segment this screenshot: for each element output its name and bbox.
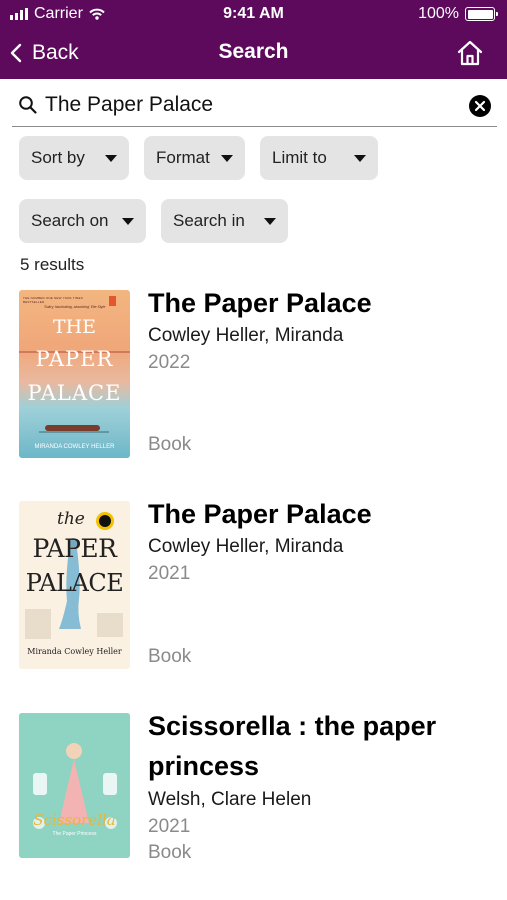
battery-percent: 100% xyxy=(418,5,459,22)
result-year: 2022 xyxy=(148,352,191,373)
result-author: Welsh, Clare Helen xyxy=(148,789,312,810)
book-cover: the PAPER PALACE Miranda Cowley Heller xyxy=(19,501,130,669)
limit-to-label: Limit to xyxy=(272,148,327,167)
search-in-dropdown[interactable]: Search in xyxy=(161,199,288,243)
format-dropdown[interactable]: Format xyxy=(144,136,245,180)
search-in-label: Search in xyxy=(173,211,245,230)
cover-title-line: the xyxy=(57,509,85,529)
caret-down-icon xyxy=(105,155,117,162)
home-button[interactable] xyxy=(455,38,485,68)
format-label: Format xyxy=(156,148,210,167)
back-button[interactable]: Back xyxy=(10,36,79,70)
book-cover: THE NUMBER ONE NEW YORK TIMES BESTSELLER… xyxy=(19,290,130,458)
result-author: Cowley Heller, Miranda xyxy=(148,536,344,557)
clear-search-button[interactable] xyxy=(469,95,491,117)
home-icon xyxy=(457,40,483,66)
result-title-line: princess xyxy=(148,751,260,781)
cover-title-line: PALACE xyxy=(25,569,124,597)
caret-down-icon xyxy=(264,218,276,225)
result-title: Scissorella : the paper princess xyxy=(148,706,488,786)
result-item[interactable]: THE NUMBER ONE NEW YORK TIMES BESTSELLER… xyxy=(0,285,507,465)
chevron-left-icon xyxy=(10,43,22,63)
sort-by-label: Sort by xyxy=(31,148,85,167)
cover-title-line: PAPER xyxy=(35,347,114,371)
result-item[interactable]: Scissorella The Paper Princess Scissorel… xyxy=(0,708,507,888)
back-label: Back xyxy=(32,41,79,64)
cover-tagline: THE NUMBER ONE NEW YORK TIMES BESTSELLER xyxy=(23,296,84,304)
search-input[interactable] xyxy=(45,87,455,123)
caret-down-icon xyxy=(122,218,134,225)
search-on-dropdown[interactable]: Search on xyxy=(19,199,146,243)
sort-by-dropdown[interactable]: Sort by xyxy=(19,136,129,180)
result-title-line: Scissorella : the paper xyxy=(148,711,437,741)
limit-to-dropdown[interactable]: Limit to xyxy=(260,136,378,180)
app-header: Carrier 9:41 AM 100% Back Search xyxy=(0,0,507,79)
search-on-label: Search on xyxy=(31,211,109,230)
book-cover: Scissorella The Paper Princess xyxy=(19,713,130,858)
result-year: 2021 xyxy=(148,816,191,837)
cover-title-line: PALACE xyxy=(27,381,122,405)
result-year: 2021 xyxy=(148,563,191,584)
cover-title: Scissorella xyxy=(33,811,116,829)
status-bar: Carrier 9:41 AM 100% xyxy=(0,0,507,30)
cover-author: Miranda Cowley Heller xyxy=(27,647,122,656)
cover-title-line: PAPER xyxy=(32,534,117,563)
result-author: Cowley Heller, Miranda xyxy=(148,325,344,346)
result-title: The Paper Palace xyxy=(148,288,372,318)
search-bar xyxy=(12,83,497,127)
result-format: Book xyxy=(148,842,192,863)
battery-icon xyxy=(465,7,498,21)
cover-author: MIRANDA COWLEY HELLER xyxy=(34,444,115,450)
close-icon xyxy=(474,100,486,112)
cover-subtitle: The Paper Princess xyxy=(52,831,97,837)
search-icon xyxy=(19,96,37,114)
results-count: 5 results xyxy=(20,255,85,274)
caret-down-icon xyxy=(221,155,233,162)
status-right: 100% xyxy=(418,5,498,23)
cover-title-line: THE xyxy=(52,316,97,338)
result-title: The Paper Palace xyxy=(148,499,372,529)
result-format: Book xyxy=(148,434,192,455)
caret-down-icon xyxy=(354,155,366,162)
result-item[interactable]: the PAPER PALACE Miranda Cowley Heller T… xyxy=(0,496,507,676)
result-format: Book xyxy=(148,646,192,667)
cover-quote: 'Sultry, fascinating, absorbing' Elle St… xyxy=(43,305,106,309)
